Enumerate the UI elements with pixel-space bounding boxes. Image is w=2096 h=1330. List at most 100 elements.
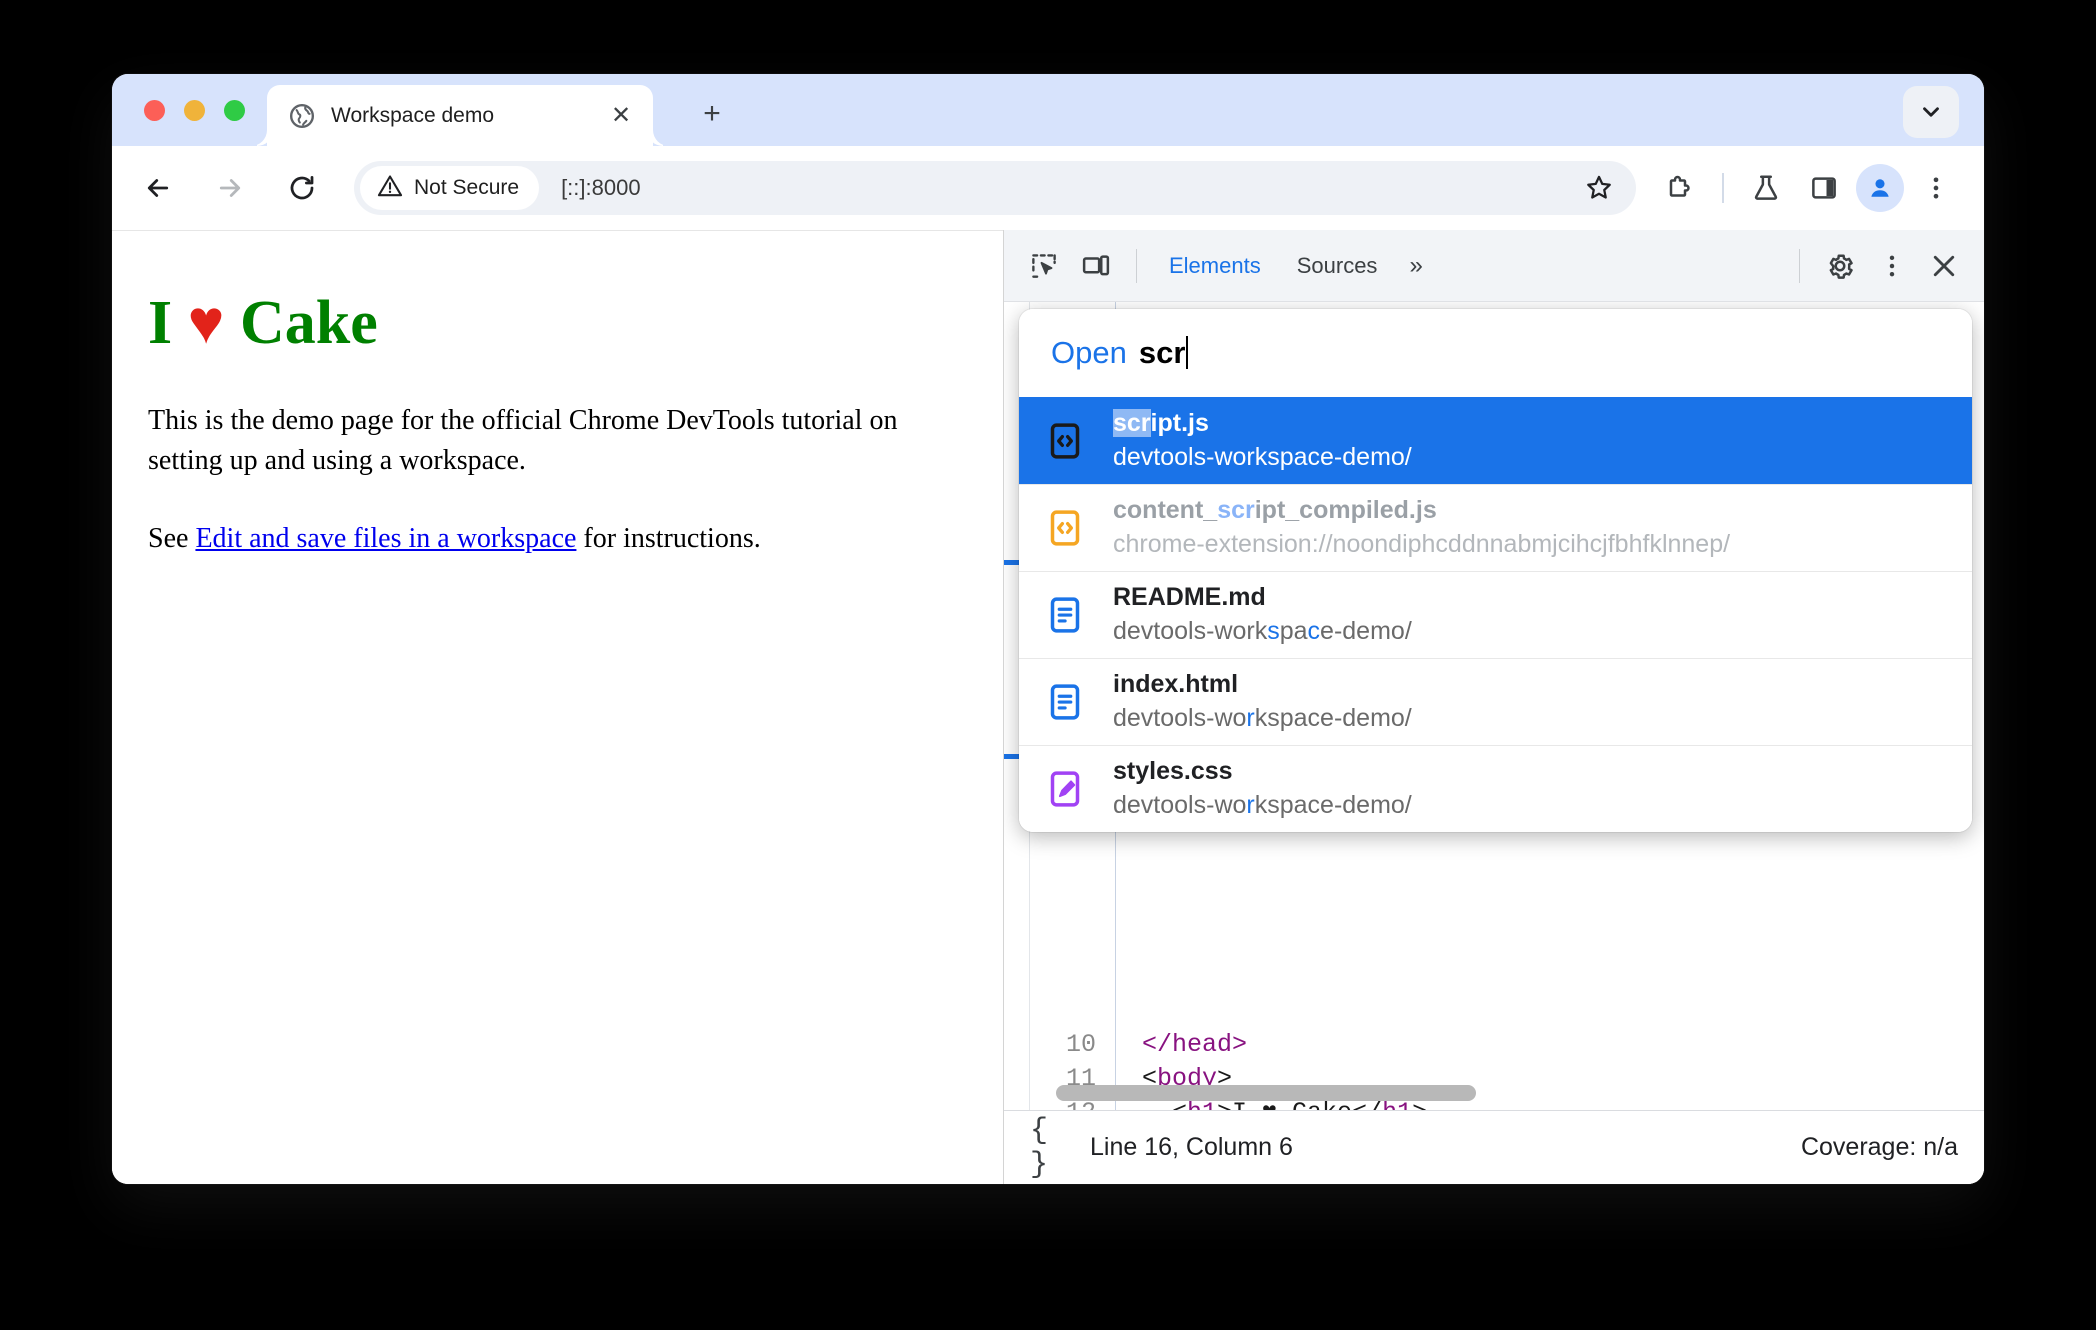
page-paragraph-intro: This is the demo page for the official C…	[148, 405, 898, 476]
editor-horizontal-scrollbar[interactable]	[1056, 1085, 1476, 1101]
quick-open-result-subtitle: devtools-workspace-demo/	[1113, 789, 1412, 823]
editor-code-line: 10 </head>	[1030, 1028, 1984, 1062]
quick-open-input[interactable]: Open scr	[1019, 309, 1972, 397]
puzzle-piece-icon[interactable]	[1654, 162, 1706, 214]
close-window-button[interactable]	[144, 100, 165, 121]
workspace-doc-link[interactable]: Edit and save files in a workspace	[195, 523, 576, 554]
quick-open-result-item[interactable]: styles.css devtools-workspace-demo/	[1019, 745, 1972, 832]
html-tag-token: </head>	[1142, 1030, 1248, 1059]
devtools-panel: Elements Sources » 10 </head> 11 <body> …	[1003, 230, 1984, 1184]
flask-icon[interactable]	[1740, 162, 1792, 214]
quick-open-result-subtitle: devtools-workspace-demo/	[1113, 441, 1412, 475]
tab-elements[interactable]: Elements	[1151, 240, 1279, 292]
js-file-icon	[1043, 419, 1087, 463]
toolbar-actions	[1654, 162, 1962, 214]
text-segment: kspace-demo/	[1254, 704, 1412, 732]
minimize-window-button[interactable]	[184, 100, 205, 121]
quick-open-result-item[interactable]: script.js devtools-workspace-demo/	[1019, 397, 1972, 484]
document-file-icon	[1043, 593, 1087, 637]
page-title-after: Cake	[224, 289, 378, 357]
editor-line-source: </head>	[1142, 1028, 1247, 1062]
three-dot-menu-icon[interactable]	[1910, 162, 1962, 214]
address-bar-url: [::]:8000	[561, 175, 641, 200]
quick-open-result-item[interactable]: content_script_compiled.js chrome-extensi…	[1019, 484, 1972, 571]
devtools-topbar-divider	[1136, 248, 1137, 283]
devtools-topbar-divider-right	[1799, 248, 1800, 283]
quick-open-result-text: README.md devtools-workspace-demo/	[1113, 581, 1412, 649]
three-dot-menu-icon[interactable]	[1866, 240, 1918, 292]
match-highlight: c	[1307, 617, 1321, 645]
devtools-topbar: Elements Sources »	[1004, 230, 1984, 302]
quick-open-result-title: content_script_compiled.js	[1113, 494, 1730, 528]
window-body: I ♥ Cake This is the demo page for the o…	[112, 230, 1984, 1184]
more-tabs-icon[interactable]: »	[1395, 240, 1436, 292]
quick-open-query-value: scr	[1138, 335, 1186, 370]
match-highlight: scr	[1113, 409, 1151, 438]
chevron-down-icon[interactable]	[1903, 86, 1959, 138]
address-bar[interactable]: Not Secure [::]:8000	[354, 161, 1636, 215]
forward-arrow-icon	[204, 162, 256, 214]
text-segment: README.md	[1113, 583, 1266, 612]
css-file-icon	[1043, 767, 1087, 811]
page-viewport: I ♥ Cake This is the demo page for the o…	[112, 230, 1003, 1184]
quick-open-result-subtitle: devtools-workspace-demo/	[1113, 702, 1412, 736]
quick-open-result-title: styles.css	[1113, 755, 1412, 789]
match-highlight: scr	[1217, 496, 1255, 525]
gear-icon[interactable]	[1814, 240, 1866, 292]
quick-open-result-title: README.md	[1113, 581, 1412, 615]
text-caret	[1186, 336, 1189, 369]
match-highlight: r	[1246, 704, 1255, 732]
person-avatar-icon[interactable]	[1856, 164, 1904, 212]
globe-icon	[289, 103, 315, 129]
warning-triangle-icon	[377, 173, 403, 204]
quick-open-result-item[interactable]: README.md devtools-workspace-demo/	[1019, 571, 1972, 658]
text-segment: styles.css	[1113, 757, 1233, 786]
match-highlight: r	[1246, 791, 1255, 819]
page-paragraph-instructions: See Edit and save files in a workspace f…	[148, 519, 965, 559]
pretty-print-icon[interactable]: { }	[1030, 1114, 1076, 1182]
text-segment: ipt.js	[1150, 409, 1209, 438]
side-panel-icon[interactable]	[1798, 162, 1850, 214]
star-icon[interactable]	[1576, 165, 1622, 211]
back-arrow-icon[interactable]	[132, 162, 184, 214]
paragraph-text-before: See	[148, 522, 196, 554]
inspect-element-icon[interactable]	[1018, 240, 1070, 292]
quick-open-result-subtitle: chrome-extension://noondiphcddnnabmjcihc…	[1113, 528, 1730, 562]
quick-open-result-item[interactable]: index.html devtools-workspace-demo/	[1019, 658, 1972, 745]
quick-open-result-text: index.html devtools-workspace-demo/	[1113, 668, 1412, 736]
quick-open-prefix-label: Open	[1051, 335, 1127, 370]
match-highlight: s	[1267, 617, 1280, 645]
paragraph-text-after: for instructions.	[576, 522, 761, 554]
browser-toolbar: Not Secure [::]:8000	[112, 146, 1984, 230]
text-segment: content_	[1113, 496, 1218, 525]
text-segment: devtools-wo	[1113, 704, 1247, 732]
page-title: I ♥ Cake	[148, 289, 965, 357]
new-tab-button[interactable]: +	[690, 92, 734, 136]
device-toolbar-icon[interactable]	[1070, 240, 1122, 292]
browser-window: Workspace demo ✕ + Not Secure [::]:8000 …	[112, 74, 1984, 1184]
tab-strip: Workspace demo ✕ +	[112, 74, 1984, 146]
text-segment: devtools-wo	[1113, 791, 1247, 819]
devtools-statusbar: { } Line 16, Column 6 Coverage: n/a	[1004, 1110, 1984, 1184]
close-icon[interactable]: ✕	[607, 102, 635, 130]
quick-open-result-title: script.js	[1113, 407, 1412, 441]
toolbar-divider	[1722, 173, 1724, 203]
tab-sources[interactable]: Sources	[1279, 240, 1396, 292]
quick-open-query-text: scr	[1139, 335, 1189, 371]
window-traffic-lights	[144, 100, 245, 121]
coverage-status-label: Coverage: n/a	[1800, 1133, 1958, 1161]
browser-tab-title: Workspace demo	[331, 103, 495, 127]
text-segment: pa	[1279, 617, 1308, 645]
heart-icon: ♥	[187, 289, 225, 357]
editor-line-number: 10	[1065, 1030, 1096, 1059]
text-segment: chrome-extension://noondiphcddnnabmjcihc…	[1113, 530, 1731, 558]
js-file-icon	[1043, 506, 1087, 550]
close-icon[interactable]	[1918, 240, 1970, 292]
reload-icon[interactable]	[276, 162, 328, 214]
text-segment: kspace-demo/	[1254, 791, 1412, 819]
security-status-chip[interactable]: Not Secure	[360, 166, 540, 210]
quick-open-dialog[interactable]: Open scr script.js devtools-workspace-dem…	[1019, 309, 1972, 832]
maximize-window-button[interactable]	[224, 100, 245, 121]
browser-tab-workspace-demo[interactable]: Workspace demo ✕	[267, 85, 653, 146]
quick-open-result-subtitle: devtools-workspace-demo/	[1113, 615, 1412, 649]
